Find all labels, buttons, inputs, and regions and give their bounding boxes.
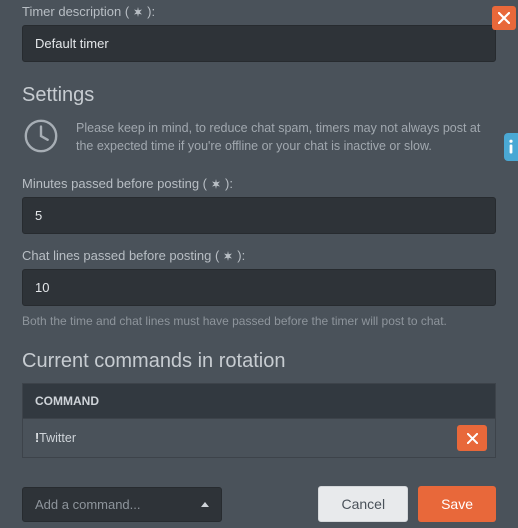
dropdown-placeholder: Add a command... — [35, 497, 141, 512]
table-row: !Twitter — [23, 419, 495, 457]
add-command-dropdown[interactable]: Add a command... — [22, 487, 222, 522]
modal-footer: Add a command... Cancel Save — [22, 486, 496, 522]
side-info-tab[interactable] — [504, 133, 518, 161]
remove-command-button[interactable] — [457, 425, 487, 451]
command-cell: !Twitter — [23, 421, 453, 455]
required-icon — [222, 250, 234, 262]
save-button[interactable]: Save — [418, 486, 496, 522]
table-header: COMMAND — [23, 384, 495, 419]
settings-info-text: Please keep in mind, to reduce chat spam… — [76, 117, 496, 155]
cancel-button[interactable]: Cancel — [318, 486, 408, 522]
lines-label: Chat lines passed before posting ( ): — [22, 248, 496, 263]
timer-description-input[interactable] — [22, 25, 496, 62]
minutes-input[interactable] — [22, 197, 496, 234]
close-icon — [467, 433, 478, 444]
clock-icon — [22, 117, 60, 158]
helper-text: Both the time and chat lines must have p… — [22, 314, 496, 328]
commands-table: COMMAND !Twitter — [22, 383, 496, 458]
label-text: ): — [225, 176, 233, 191]
info-icon — [507, 139, 515, 155]
label-text: Minutes passed before posting ( — [22, 176, 207, 191]
timer-desc-label: Timer description ( ): — [22, 4, 496, 19]
close-button[interactable] — [492, 6, 516, 30]
close-icon — [498, 12, 510, 24]
column-actions — [447, 394, 483, 408]
required-icon — [210, 178, 222, 190]
label-text: Timer description ( — [22, 4, 129, 19]
label-text: ): — [237, 248, 245, 263]
command-name: Twitter — [39, 431, 76, 445]
label-text: ): — [147, 4, 155, 19]
label-text: Chat lines passed before posting ( — [22, 248, 219, 263]
timer-modal: Timer description ( ): Settings Please k… — [0, 4, 518, 528]
required-icon — [132, 6, 144, 18]
column-command: COMMAND — [35, 394, 447, 408]
caret-up-icon — [201, 502, 209, 507]
minutes-label: Minutes passed before posting ( ): — [22, 176, 496, 191]
lines-input[interactable] — [22, 269, 496, 306]
rotation-heading: Current commands in rotation — [22, 350, 496, 373]
settings-heading: Settings — [22, 84, 496, 107]
settings-info-row: Please keep in mind, to reduce chat spam… — [22, 117, 496, 158]
